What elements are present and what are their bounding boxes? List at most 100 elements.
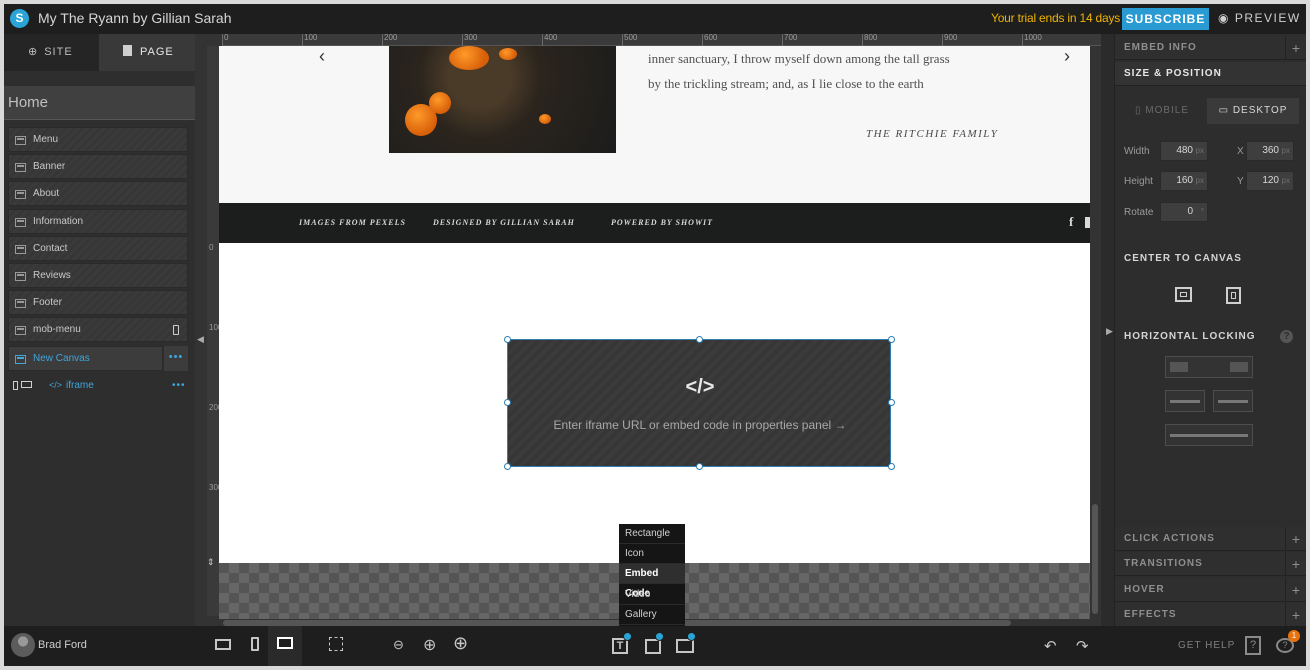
desktop-visibility-icon[interactable]: [21, 381, 32, 388]
canvas-height-handle-icon[interactable]: ⇕: [207, 557, 215, 568]
canvas-item-mob-menu[interactable]: mob-menu: [8, 317, 188, 342]
page-name[interactable]: Home: [4, 86, 195, 120]
lock-left-button[interactable]: [1165, 390, 1205, 412]
section-transitions[interactable]: TRANSITIONS +: [1115, 552, 1306, 576]
quote-line[interactable]: inner sanctuary, I throw myself down amo…: [648, 51, 1018, 67]
resize-handle-nw[interactable]: [504, 336, 511, 343]
resize-handle-e[interactable]: [888, 399, 895, 406]
resize-handle-se[interactable]: [888, 463, 895, 470]
facebook-icon[interactable]: f: [1069, 214, 1074, 230]
subscribe-button[interactable]: SUBSCRIBE: [1122, 8, 1209, 30]
ruler-tick: [622, 34, 623, 46]
plus-icon[interactable]: +: [1285, 578, 1306, 602]
canvas-icon: [15, 136, 26, 145]
social-icon[interactable]: [1085, 217, 1090, 228]
tab-desktop[interactable]: ▭ DESKTOP: [1207, 98, 1299, 124]
footer-link[interactable]: IMAGES FROM PEXELS: [299, 218, 406, 227]
resize-handle-w[interactable]: [504, 399, 511, 406]
mobile-view-icon[interactable]: [251, 637, 259, 651]
section-embed-info[interactable]: EMBED INFO +: [1115, 36, 1306, 60]
x-field[interactable]: 360 px: [1246, 141, 1294, 161]
mobile-icon: ▯: [1134, 105, 1146, 116]
help-docs-icon[interactable]: ?: [1245, 636, 1261, 655]
section-size-position[interactable]: SIZE & POSITION: [1115, 62, 1306, 86]
section-hover[interactable]: HOVER +: [1115, 578, 1306, 602]
showit-logo-icon[interactable]: S: [10, 9, 29, 28]
plus-icon[interactable]: +: [1285, 603, 1306, 627]
photo-detail: [449, 46, 489, 70]
avatar[interactable]: [11, 633, 35, 657]
zoom-fit-icon[interactable]: ⊕: [453, 633, 468, 654]
lock-stretch-button[interactable]: [1165, 424, 1253, 446]
footer-canvas[interactable]: IMAGES FROM PEXELS DESIGNED BY GILLIAN S…: [219, 203, 1090, 243]
tab-mobile[interactable]: ▯ MOBILE: [1117, 98, 1207, 124]
canvas-item-banner[interactable]: Banner: [8, 154, 188, 179]
element-item-iframe[interactable]: </> iframe •••: [4, 377, 195, 397]
add-image-icon[interactable]: [676, 639, 694, 653]
ruler-tick: [462, 34, 463, 46]
menu-item-rectangle[interactable]: Rectangle: [619, 524, 685, 544]
y-field[interactable]: 120 px: [1246, 171, 1294, 191]
responsive-view-icon[interactable]: [215, 639, 231, 650]
menu-item-gallery[interactable]: Gallery: [619, 605, 685, 625]
desktop-view-icon[interactable]: [277, 637, 293, 649]
lock-right-button[interactable]: [1213, 390, 1253, 412]
menu-item-icon[interactable]: Icon: [619, 544, 685, 564]
element-options-button[interactable]: •••: [172, 380, 186, 391]
expand-panel-icon[interactable]: ▶: [1106, 326, 1113, 337]
footer-link[interactable]: POWERED BY SHOWIT: [611, 218, 713, 227]
food-photo[interactable]: [389, 46, 616, 153]
resize-handle-n[interactable]: [696, 336, 703, 343]
plus-icon[interactable]: +: [1285, 527, 1306, 551]
resize-handle-s[interactable]: [696, 463, 703, 470]
canvas-item-reviews[interactable]: Reviews: [8, 263, 188, 288]
help-icon[interactable]: ?: [1280, 330, 1293, 343]
section-label: EFFECTS: [1124, 609, 1177, 620]
quote-line[interactable]: by the trickling stream; and, as I lie c…: [648, 76, 1018, 92]
plus-icon[interactable]: +: [1285, 552, 1306, 576]
undo-icon[interactable]: ↶: [1044, 637, 1057, 655]
about-canvas[interactable]: ‹ › inner sanctuary, I throw myself down…: [219, 46, 1090, 203]
menu-item-embed-code[interactable]: Embed Code: [619, 564, 685, 599]
photo-detail: [429, 92, 451, 114]
footer-link[interactable]: DESIGNED BY GILLIAN SARAH: [433, 218, 575, 227]
vertical-scrollbar[interactable]: [1092, 504, 1098, 614]
tab-page[interactable]: PAGE: [99, 34, 195, 71]
signature-text[interactable]: THE RITCHIE FAMILY: [866, 128, 998, 140]
canvas-item-label: Information: [33, 216, 84, 227]
center-horizontal-icon[interactable]: [1175, 287, 1192, 302]
menu-item-video[interactable]: Video: [619, 585, 685, 605]
canvas-item-information[interactable]: Information: [8, 209, 188, 234]
get-help-link[interactable]: GET HELP: [1178, 640, 1235, 651]
select-frame-icon[interactable]: [329, 637, 343, 651]
center-vertical-icon[interactable]: [1226, 287, 1241, 304]
width-field[interactable]: 480 px: [1160, 141, 1208, 161]
canvas-item-contact[interactable]: Contact: [8, 236, 188, 261]
section-click-actions[interactable]: CLICK ACTIONS +: [1115, 527, 1306, 551]
embed-code-element[interactable]: </> Enter iframe URL or embed code in pr…: [507, 339, 891, 467]
height-field[interactable]: 160 px: [1160, 171, 1208, 191]
canvas-item-new-canvas[interactable]: New Canvas: [8, 346, 163, 371]
slider-prev-icon[interactable]: ‹: [319, 46, 325, 67]
zoom-out-icon[interactable]: ⊖: [393, 637, 404, 653]
collapse-sidebar-icon[interactable]: ◀: [197, 334, 204, 345]
preview-button[interactable]: ◉ PREVIEW: [1218, 11, 1301, 25]
horizontal-locking-label: HORIZONTAL LOCKING: [1124, 331, 1256, 342]
add-shape-icon[interactable]: [645, 639, 661, 654]
rotate-field[interactable]: 0 °: [1160, 202, 1208, 222]
zoom-in-icon[interactable]: ⊕: [423, 635, 436, 655]
mobile-visibility-icon[interactable]: [13, 381, 18, 390]
section-effects[interactable]: EFFECTS +: [1115, 603, 1306, 627]
canvas-item-about[interactable]: About: [8, 181, 188, 206]
plus-icon[interactable]: +: [1285, 36, 1306, 60]
canvas-item-footer[interactable]: Footer: [8, 290, 188, 315]
slider-next-icon[interactable]: ›: [1064, 46, 1070, 67]
tab-site[interactable]: ⊕ SITE: [4, 34, 99, 71]
resize-handle-ne[interactable]: [888, 336, 895, 343]
lock-left-right-button[interactable]: [1165, 356, 1253, 378]
resize-handle-sw[interactable]: [504, 463, 511, 470]
redo-icon[interactable]: ↷: [1076, 637, 1089, 655]
canvas-item-label: Menu: [33, 134, 59, 145]
canvas-options-button[interactable]: •••: [164, 346, 188, 371]
canvas-item-menu[interactable]: Menu: [8, 127, 188, 152]
